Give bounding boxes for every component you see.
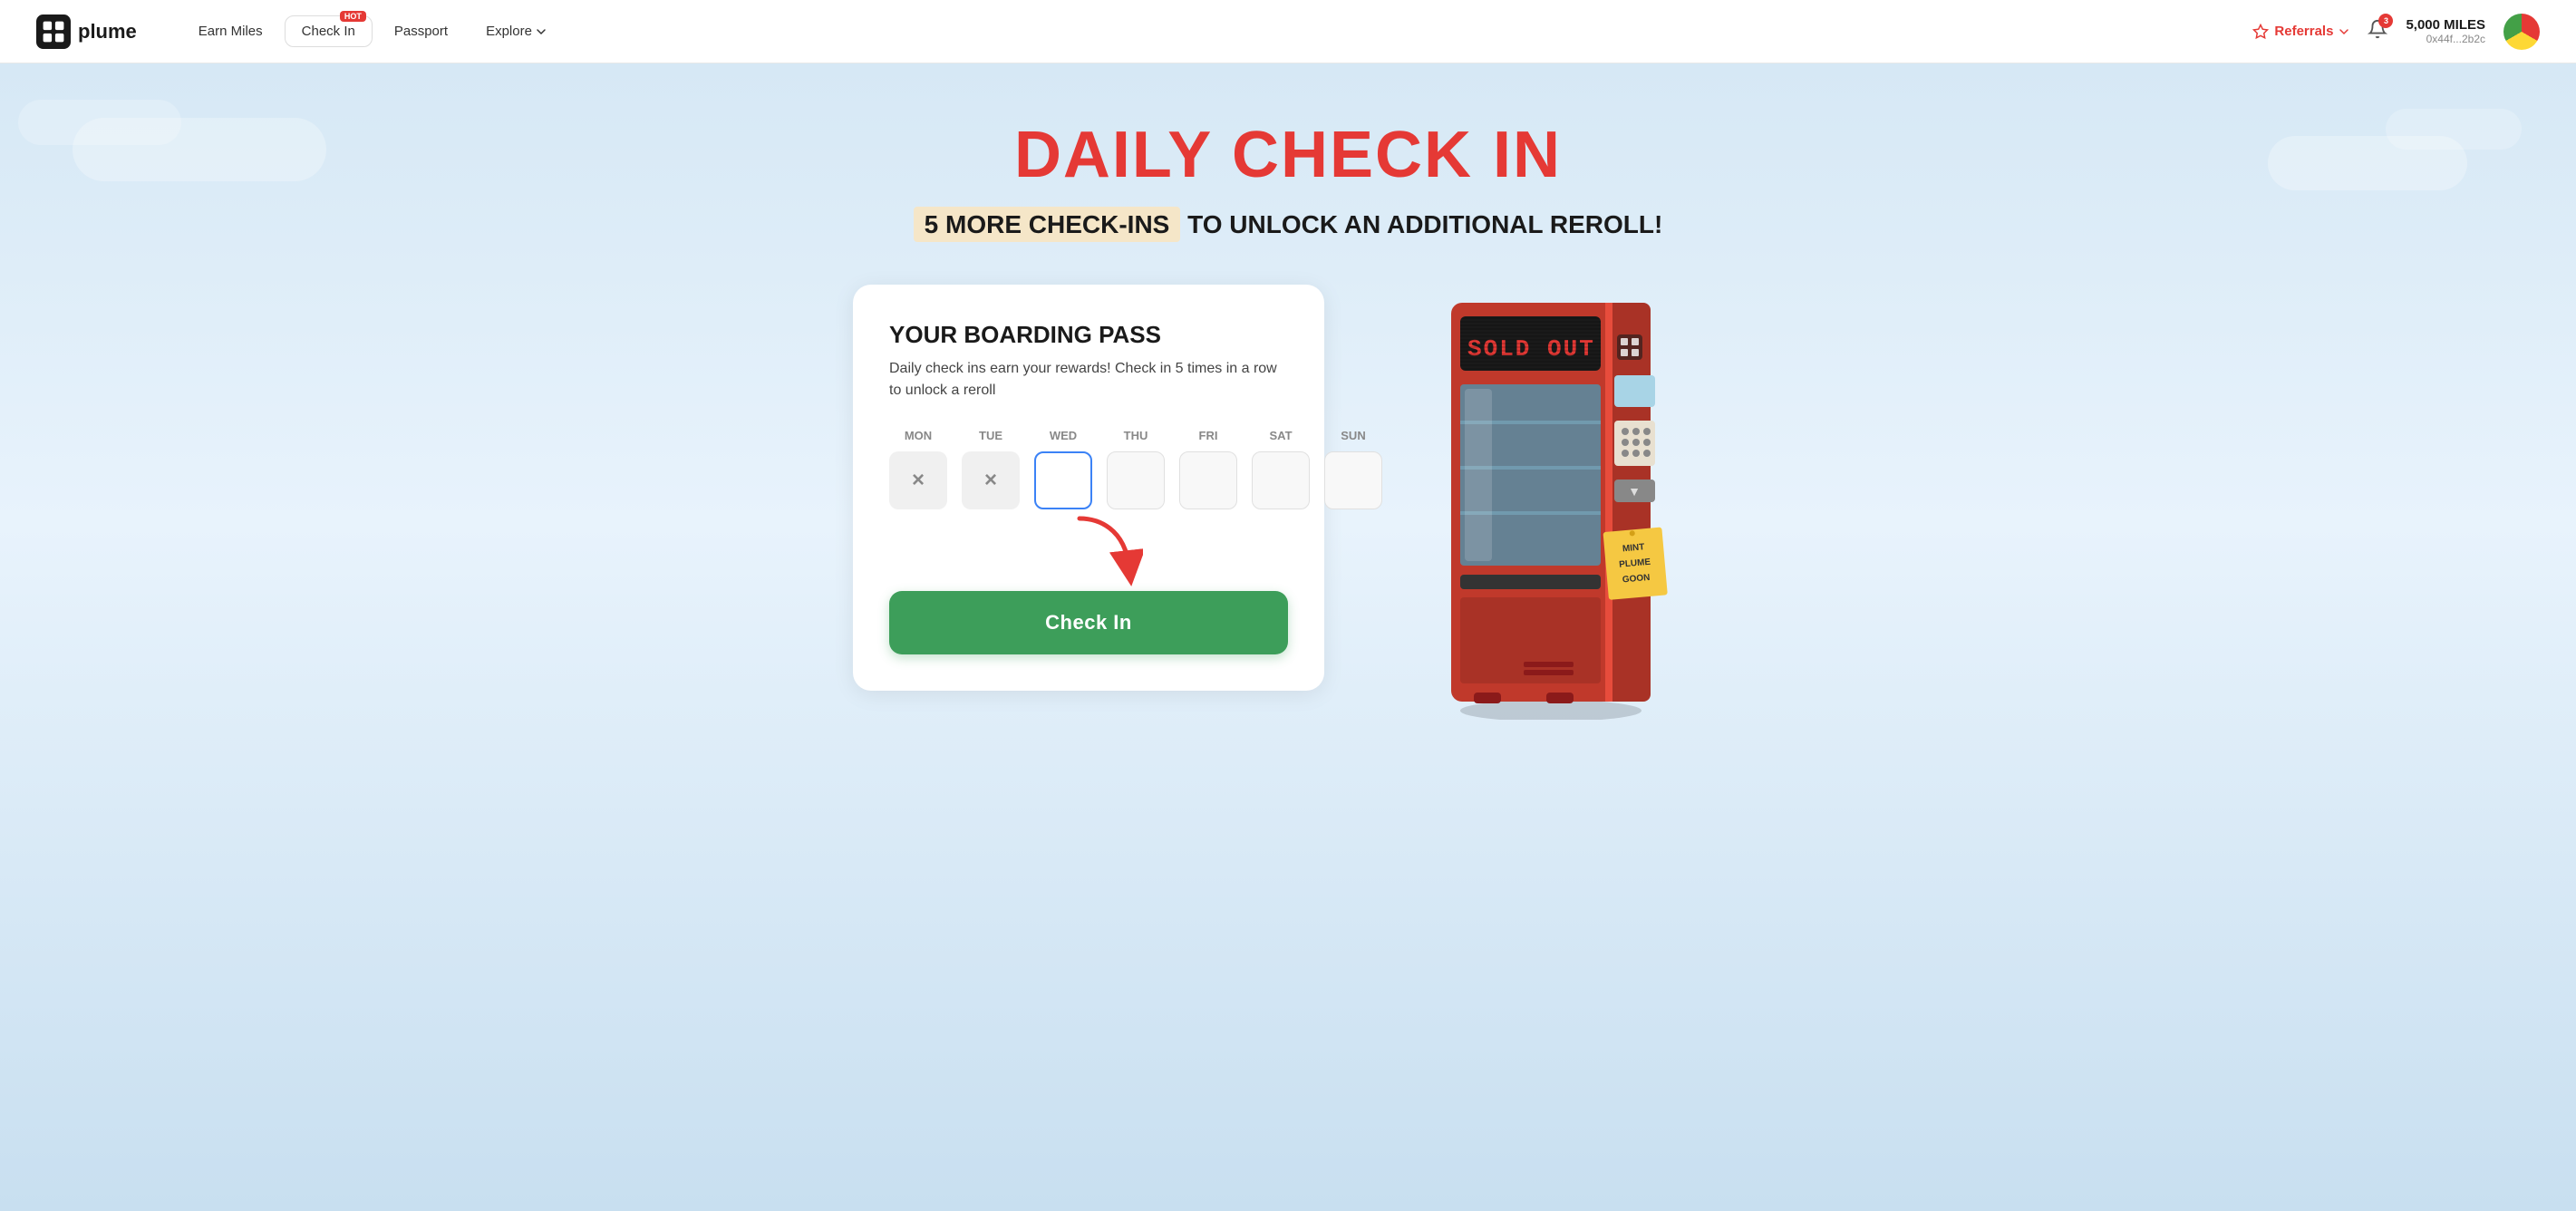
svg-text:▼: ▼ [1628,484,1641,499]
nav-explore[interactable]: Explore [470,16,563,46]
day-col-tue: TUE × [962,429,1020,509]
day-box-wed[interactable] [1034,451,1092,509]
subtitle-suffix: TO UNLOCK AN ADDITIONAL REROLL! [1180,210,1662,238]
day-label: TUE [979,429,1002,442]
hero-section: DAILY CHECK IN 5 MORE CHECK-INS TO UNLOC… [0,63,2576,1211]
referrals-label: Referrals [2274,24,2333,39]
day-label: MON [905,429,932,442]
hot-badge: HOT [340,11,366,22]
day-label: THU [1124,429,1148,442]
subtitle-highlight: 5 MORE CHECK-INS [914,207,1181,242]
boarding-pass-card: YOUR BOARDING PASS Daily check ins earn … [853,285,1324,691]
day-label: FRI [1199,429,1218,442]
day-col-thu: THU [1107,429,1165,509]
day-col-wed: WED [1034,429,1092,509]
day-label: SAT [1269,429,1292,442]
logo[interactable]: plume [36,15,137,49]
nav-earn-miles[interactable]: Earn Miles [182,16,279,46]
day-box-sun [1324,451,1382,509]
miles-amount: 5,000 MILES [2406,17,2485,33]
svg-text:MINT: MINT [1622,542,1645,554]
wallet-address: 0x44f...2b2c [2406,33,2485,45]
notification-bell[interactable]: 3 [2368,19,2387,44]
day-box-fri [1179,451,1237,509]
day-box-mon: × [889,451,947,509]
vending-machine: SOLD OUT [1406,285,1696,720]
day-box-sat [1252,451,1310,509]
red-arrow-icon [1061,509,1143,591]
day-label: SUN [1341,429,1365,442]
notification-badge: 3 [2378,14,2393,28]
day-col-fri: FRI [1179,429,1237,509]
day-col-mon: MON × [889,429,947,509]
referrals-chevron-icon [2339,26,2349,37]
referrals-button[interactable]: Referrals [2252,24,2349,40]
day-box-tue: × [962,451,1020,509]
arrow-container [889,537,1288,591]
nav-right: Referrals 3 5,000 MILES 0x44f...2b2c [2252,14,2540,50]
avatar[interactable] [2503,14,2540,50]
boarding-pass-desc: Daily check ins earn your rewards! Check… [889,358,1288,402]
nav-passport[interactable]: Passport [378,16,464,46]
star-icon [2252,24,2269,40]
checkin-button[interactable]: Check In [889,591,1288,654]
page-title: DAILY CHECK IN [1014,118,1562,192]
boarding-pass-title: YOUR BOARDING PASS [889,321,1288,349]
nav-check-in[interactable]: Check In HOT [285,15,373,47]
days-grid: MON×TUE×WEDTHUFRISATSUN [889,429,1288,509]
chevron-down-icon [536,26,547,37]
logo-text: plume [78,20,137,44]
day-col-sun: SUN [1324,429,1382,509]
nav-links: Earn Miles Check In HOT Passport Explore [182,15,2253,47]
bg-cloud-right-small [2386,109,2522,150]
miles-info: 5,000 MILES 0x44f...2b2c [2406,17,2485,45]
bg-cloud-left-small [18,100,181,145]
navbar: plume Earn Miles Check In HOT Passport E… [0,0,2576,63]
hero-subtitle: 5 MORE CHECK-INS TO UNLOCK AN ADDITIONAL… [914,210,1663,239]
day-box-thu [1107,451,1165,509]
plume-logo-icon [36,15,71,49]
day-col-sat: SAT [1252,429,1310,509]
main-content: YOUR BOARDING PASS Daily check ins earn … [744,285,1832,720]
vending-machine-wrapper: SOLD OUT [1379,285,1723,720]
day-label: WED [1050,429,1077,442]
